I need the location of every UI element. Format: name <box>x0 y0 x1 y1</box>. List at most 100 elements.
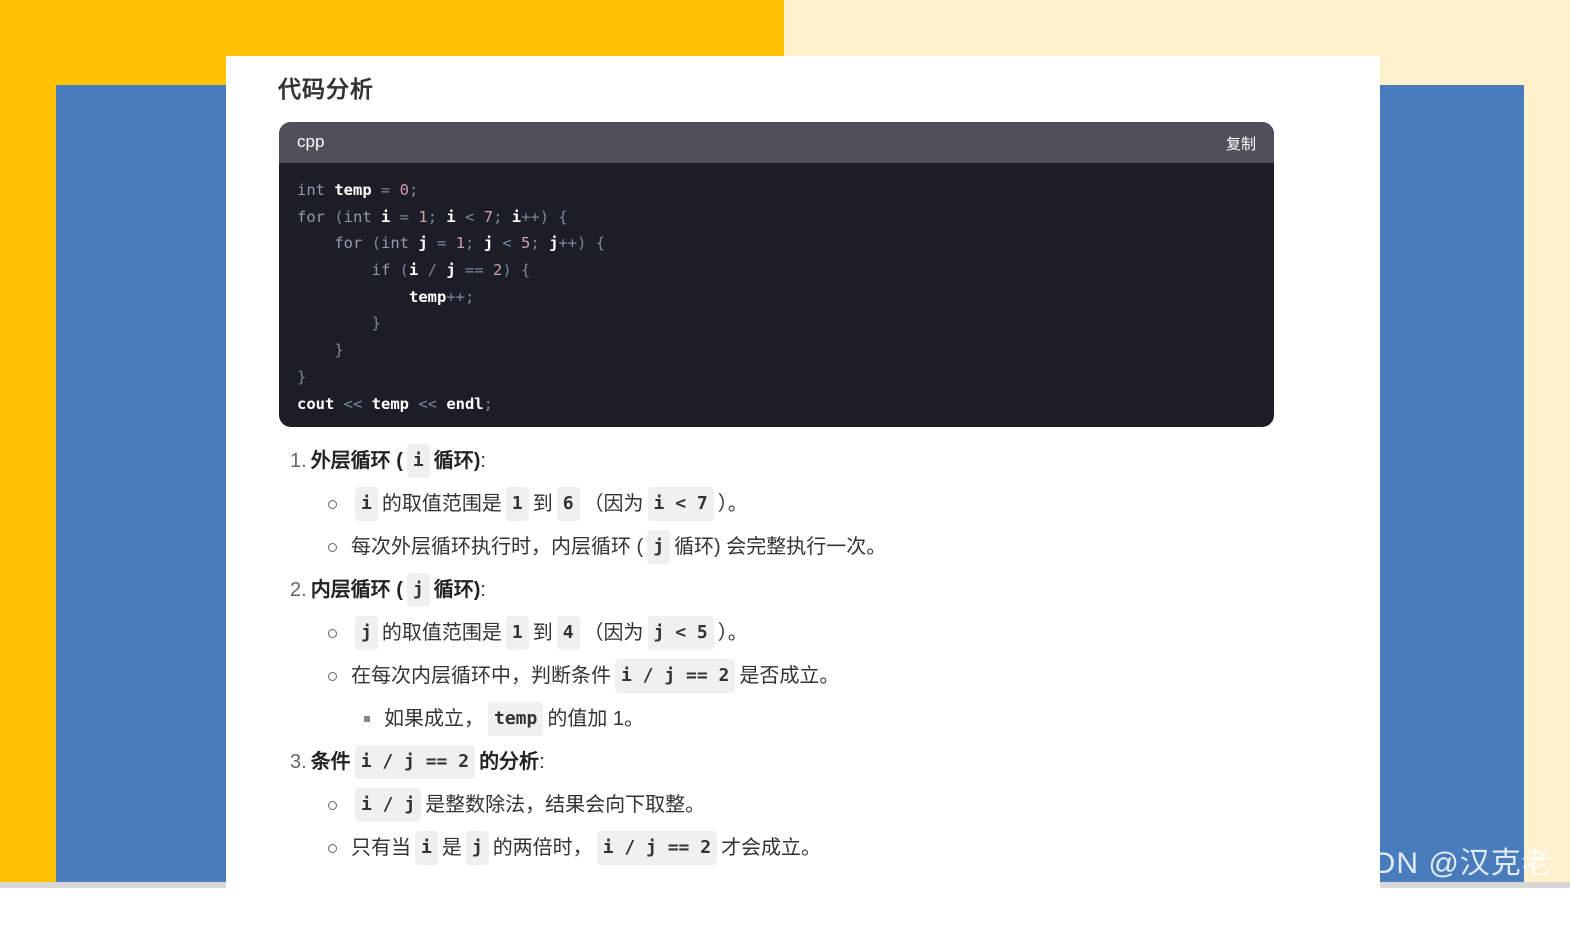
code-line: int temp = 0; <box>297 177 1256 204</box>
code-token: 2 <box>493 261 503 280</box>
code-token: ; <box>427 207 447 226</box>
code-token: temp <box>408 287 447 306</box>
code-content: int temp = 0; for (int i = 1; i < 7; i++)… <box>279 163 1274 427</box>
watermark: CSDN @汉克老师 <box>1330 847 1553 924</box>
code-token: j <box>549 234 559 253</box>
code-token: ( <box>390 261 409 280</box>
list-item: 在每次内层循环中，判断条件 i / j == 2 是否成立。 <box>328 659 839 693</box>
list-text: 是整数除法，结果会向下取整。 <box>425 794 706 816</box>
code-token: 5 <box>521 234 531 253</box>
inline-code: temp <box>488 702 544 736</box>
code-token: int <box>381 234 409 253</box>
inline-code: i < 7 <box>647 487 714 521</box>
code-token: ; <box>409 181 419 199</box>
inline-code: 4 <box>556 616 580 650</box>
list-number: 3. <box>290 751 307 773</box>
list-item: 如果成立， temp 的值加 1。 <box>364 702 644 736</box>
content-panel: 代码分析 cpp 复制 int temp = 0; for (int i = 1;… <box>226 56 1380 888</box>
inline-code: i <box>415 831 438 865</box>
list-text: 每次外层循环执行时，内层循环 ( <box>351 536 644 558</box>
list-text: ）。 <box>717 622 748 644</box>
inline-code: i <box>406 444 430 478</box>
code-token: 7 <box>483 207 494 226</box>
code-token: ++) { <box>521 207 568 226</box>
list-number: 1. <box>290 450 307 472</box>
code-line: if (i / j == 2) { <box>297 257 1256 284</box>
inline-code: 1 <box>505 487 529 521</box>
code-token: temp <box>371 394 409 413</box>
list-text: 的取值范围是 <box>381 622 502 644</box>
bullet-circle-icon <box>328 628 337 638</box>
code-token: i <box>511 207 522 226</box>
list-text: : <box>480 579 486 601</box>
section-heading: 代码分析 <box>278 76 374 102</box>
code-token: << <box>408 394 447 413</box>
inline-code: j <box>465 831 489 865</box>
inline-code: j <box>647 530 671 564</box>
code-line: for (int i = 1; i < 7; i++) { <box>297 204 1256 231</box>
list-text: 到 <box>532 622 553 644</box>
code-line: temp++; <box>297 284 1256 311</box>
list-item: 1. 外层循环 (i 循环): <box>290 444 486 478</box>
list-text: 循环) 会完整执行一次。 <box>674 536 887 558</box>
code-token: ) { <box>502 261 531 280</box>
list-text: 的两倍时， <box>492 837 593 859</box>
code-block: cpp 复制 int temp = 0; for (int i = 1; i < … <box>279 122 1274 427</box>
code-token: } <box>297 367 307 386</box>
code-token: endl <box>446 394 484 413</box>
code-header: cpp 复制 <box>279 122 1274 163</box>
code-token: << <box>334 394 372 413</box>
bullet-circle-icon <box>328 843 337 853</box>
code-token: 1 <box>418 207 428 226</box>
code-token: } <box>334 341 344 360</box>
code-token: for <box>334 234 363 253</box>
list-item: 每次外层循环执行时，内层循环 (j 循环) 会完整执行一次。 <box>328 530 887 564</box>
list-text: 条件 <box>310 751 351 773</box>
list-text: 内层循环 ( <box>310 579 403 601</box>
code-token: j <box>418 234 428 253</box>
bullet-circle-icon <box>328 800 337 810</box>
list-text: （因为 <box>583 493 644 515</box>
list-item: i 的取值范围是 1 到 6 （因为 i < 7）。 <box>328 487 748 521</box>
list-number: 2. <box>290 579 307 601</box>
code-token: ; <box>493 207 512 226</box>
code-token: == <box>455 261 494 280</box>
code-language-label: cpp <box>297 132 325 151</box>
code-token: ; <box>465 234 484 253</box>
inline-code: j <box>406 573 430 607</box>
bullet-circle-icon <box>328 499 337 509</box>
inline-code: 6 <box>556 487 580 521</box>
code-token: 0 <box>399 181 410 199</box>
code-token: int <box>343 207 372 226</box>
code-token: = <box>390 207 419 226</box>
list-item: 3. 条件 i / j == 2 的分析: <box>290 745 545 779</box>
code-token: for <box>297 207 325 226</box>
list-text: 才会成立。 <box>721 837 822 859</box>
code-token: ++; <box>446 287 475 306</box>
bullet-square-icon <box>364 716 370 722</box>
code-line: } <box>297 364 1256 391</box>
code-token: j <box>446 261 456 280</box>
code-line: for (int j = 1; j < 5; j++) { <box>297 230 1256 257</box>
list-text: 循环) <box>433 579 481 601</box>
code-token: i <box>381 207 391 226</box>
inline-code: j <box>355 616 378 650</box>
copy-button[interactable]: 复制 <box>1226 133 1256 154</box>
code-token: temp <box>334 181 372 199</box>
list-item: 2. 内层循环 (j 循环): <box>290 573 486 607</box>
inline-code: i <box>355 487 378 521</box>
inline-code: i / j == 2 <box>596 831 718 865</box>
code-token: cout <box>297 394 335 413</box>
list-text: 只有当 <box>351 837 411 859</box>
code-token: ( <box>325 207 344 226</box>
inline-code: j < 5 <box>647 616 714 650</box>
code-token: j <box>483 234 494 253</box>
code-token: i <box>446 207 456 226</box>
list-item: 只有当 i 是 j 的两倍时， i / j == 2 才会成立。 <box>328 831 822 865</box>
list-item: j 的取值范围是 1 到 4 （因为 j < 5）。 <box>328 616 748 650</box>
